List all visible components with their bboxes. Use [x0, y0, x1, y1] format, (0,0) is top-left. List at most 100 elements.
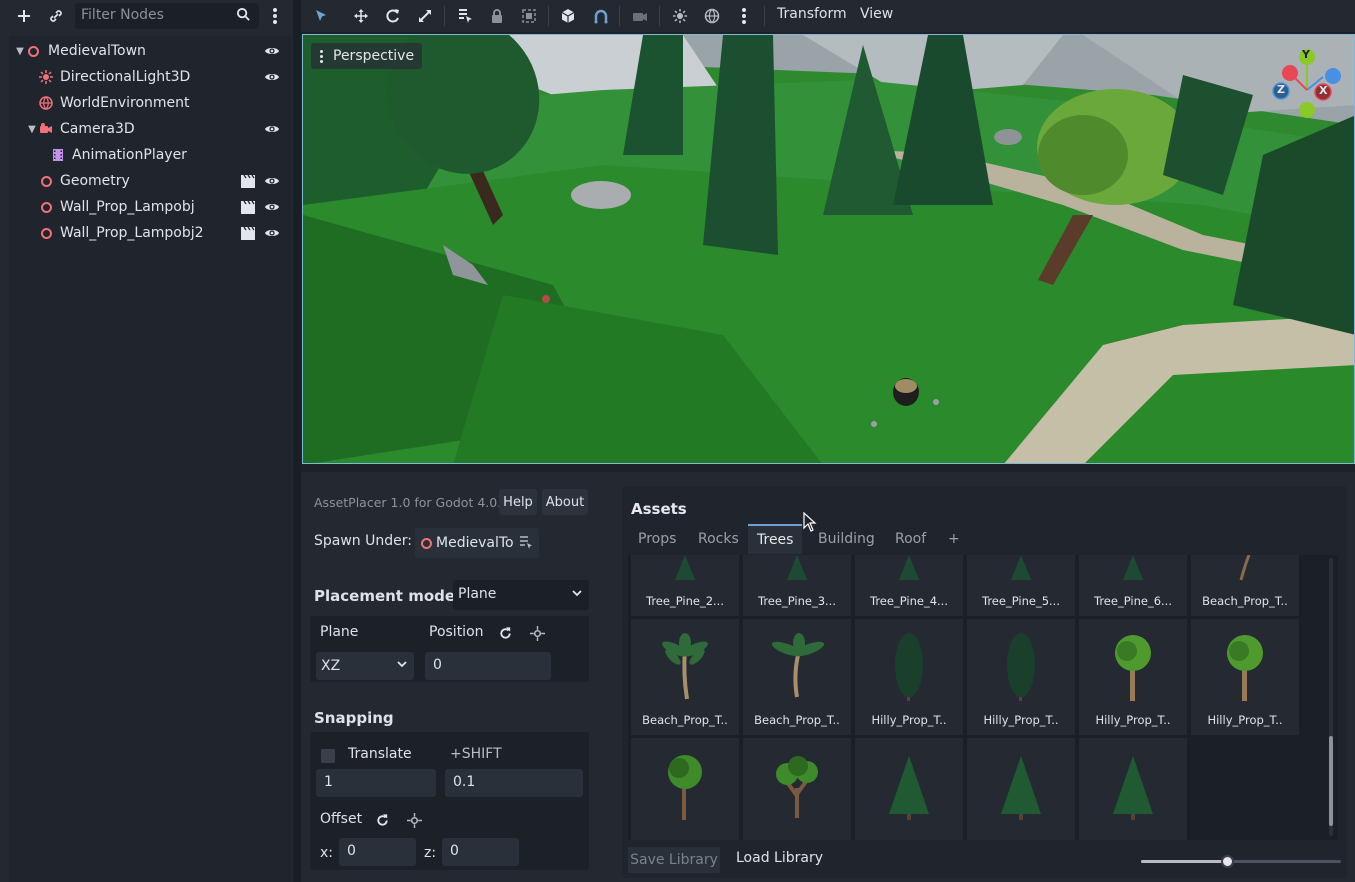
tree-item-animationplayer[interactable]: AnimationPlayer [9, 142, 289, 168]
spawn-under-picker[interactable]: MedievalTo [415, 528, 539, 558]
asset-tile[interactable]: Hilly_Prop_T.. [1191, 619, 1299, 735]
asset-tile[interactable]: Hilly_Prop_T.. [1079, 619, 1187, 735]
list-select-icon[interactable] [451, 3, 479, 29]
translate-snap-checkbox[interactable] [321, 749, 335, 763]
collapse-arrow-icon[interactable]: ▼ [14, 46, 26, 57]
node3d-ring-icon [39, 174, 53, 188]
open-scene-icon[interactable] [240, 173, 256, 189]
transform-menu[interactable]: Transform [777, 6, 847, 22]
node3d-ring-icon [39, 226, 53, 240]
spawn-under-value: MedievalTo [436, 535, 514, 551]
scrollbar-thumb[interactable] [1329, 736, 1333, 826]
cube-view-icon[interactable] [554, 3, 582, 29]
asset-grid-scrollbar[interactable] [1329, 558, 1333, 836]
tab-building[interactable]: Building [818, 524, 875, 554]
asset-tile-label: Tree_Pine_6... [1094, 594, 1172, 608]
offset-x-input[interactable]: 0 [339, 838, 416, 866]
crosshair-icon[interactable] [407, 813, 422, 832]
visibility-eye-icon[interactable] [264, 121, 280, 137]
more-options-icon[interactable] [730, 3, 758, 29]
collapse-arrow-icon[interactable]: ▼ [26, 124, 38, 135]
tab-trees[interactable]: Trees [748, 524, 803, 554]
asset-tile[interactable]: Beach_Prop_T.. [743, 619, 851, 735]
view-menu[interactable]: View [860, 6, 893, 22]
snapping-label: Snapping [314, 709, 394, 727]
tree-item-directionallight3d[interactable]: DirectionalLight3D [9, 64, 289, 90]
plane-position-input[interactable]: 0 [425, 652, 551, 680]
scene-toolbar: Filter Nodes [8, 0, 290, 32]
about-button[interactable]: About [542, 489, 588, 515]
asset-tile[interactable]: Tree_Pine_6... [1079, 555, 1187, 616]
snap-magnet-icon[interactable] [587, 3, 615, 29]
asset-tile[interactable]: Beach_Prop_T.. [631, 619, 739, 735]
plugin-title: AssetPlacer 1.0 for Godot 4.0. [314, 495, 502, 510]
asset-tile[interactable] [855, 738, 963, 840]
environment-preview-icon[interactable] [698, 3, 726, 29]
slider-fill [1141, 860, 1227, 863]
dock-splitter[interactable] [293, 0, 301, 882]
mouse-cursor-icon [803, 511, 817, 536]
asset-tile[interactable]: Tree_Pine_3... [743, 555, 851, 616]
perspective-menu-button[interactable]: Perspective [311, 43, 423, 69]
tab-props[interactable]: Props [638, 524, 676, 554]
scale-tool-icon[interactable] [411, 3, 439, 29]
asset-tile[interactable] [743, 738, 851, 840]
rotate-tool-icon[interactable] [379, 3, 407, 29]
visibility-eye-icon[interactable] [264, 225, 280, 241]
tree-item-label: DirectionalLight3D [60, 69, 191, 85]
asset-tile[interactable] [631, 738, 739, 840]
plane-axis-select[interactable]: XZ [316, 652, 414, 680]
move-tool-icon[interactable] [347, 3, 375, 29]
reset-icon[interactable] [375, 813, 390, 832]
visibility-eye-icon[interactable] [264, 173, 280, 189]
asset-tile-label: Beach_Prop_T.. [1202, 594, 1288, 608]
visibility-eye-icon[interactable] [264, 69, 280, 85]
visibility-eye-icon[interactable] [264, 199, 280, 215]
placement-mode-select[interactable]: Plane [453, 580, 589, 610]
snap-shift-step-input[interactable]: 0.1 [445, 769, 583, 797]
add-tab-button[interactable]: + [948, 524, 960, 554]
thumbnail-size-slider[interactable] [1141, 855, 1341, 868]
tree-item-worldenvironment[interactable]: WorldEnvironment [9, 90, 289, 116]
tab-roof[interactable]: Roof [895, 524, 926, 554]
open-scene-icon[interactable] [240, 225, 256, 241]
asset-tile[interactable]: Beach_Prop_T.. [1191, 555, 1299, 616]
tree-item-geometry[interactable]: Geometry [9, 168, 289, 194]
tree-item-medievaltown[interactable]: ▼ MedievalTown [9, 38, 289, 64]
open-scene-icon[interactable] [240, 199, 256, 215]
asset-tile[interactable]: Tree_Pine_4... [855, 555, 963, 616]
3d-viewport[interactable]: Y Z X Perspective [302, 34, 1355, 464]
lock-icon[interactable] [483, 3, 511, 29]
save-library-button[interactable]: Save Library [628, 847, 720, 873]
crosshair-icon[interactable] [530, 626, 545, 645]
asset-tile[interactable]: Hilly_Prop_T.. [855, 619, 963, 735]
asset-tile[interactable] [1079, 738, 1187, 840]
slider-handle[interactable] [1221, 855, 1234, 868]
asset-tile[interactable]: Hilly_Prop_T.. [967, 619, 1075, 735]
preview-camera-icon[interactable] [626, 3, 654, 29]
add-node-icon[interactable] [10, 2, 38, 30]
asset-tile[interactable]: Tree_Pine_2... [631, 555, 739, 616]
tree-item-camera3d[interactable]: ▼ Camera3D [9, 116, 289, 142]
tree-item-wall-prop-lampobj2[interactable]: Wall_Prop_Lampobj2 [9, 220, 289, 246]
select-tool-icon[interactable] [307, 3, 335, 29]
link-icon[interactable] [42, 2, 70, 30]
sun-preview-icon[interactable] [666, 3, 694, 29]
tree-item-wall-prop-lampobj[interactable]: Wall_Prop_Lampobj [9, 194, 289, 220]
offset-z-input[interactable]: 0 [442, 838, 519, 866]
filter-nodes-input[interactable]: Filter Nodes [75, 3, 259, 29]
load-library-button[interactable]: Load Library [736, 850, 823, 866]
help-button[interactable]: Help [499, 489, 537, 515]
more-options-icon[interactable] [261, 2, 289, 30]
group-icon[interactable] [515, 3, 543, 29]
tab-rocks[interactable]: Rocks [698, 524, 739, 554]
translate-label: Translate [348, 746, 412, 762]
assets-panel: Assets Props Rocks Trees Building Roof +… [622, 486, 1347, 878]
asset-tile[interactable]: Tree_Pine_5... [967, 555, 1075, 616]
snap-step-input[interactable]: 1 [316, 769, 436, 797]
position-label: Position [429, 624, 484, 640]
reset-icon[interactable] [498, 626, 513, 645]
visibility-eye-icon[interactable] [264, 43, 280, 59]
placement-mode-value: Plane [458, 586, 497, 602]
asset-tile[interactable] [967, 738, 1075, 840]
